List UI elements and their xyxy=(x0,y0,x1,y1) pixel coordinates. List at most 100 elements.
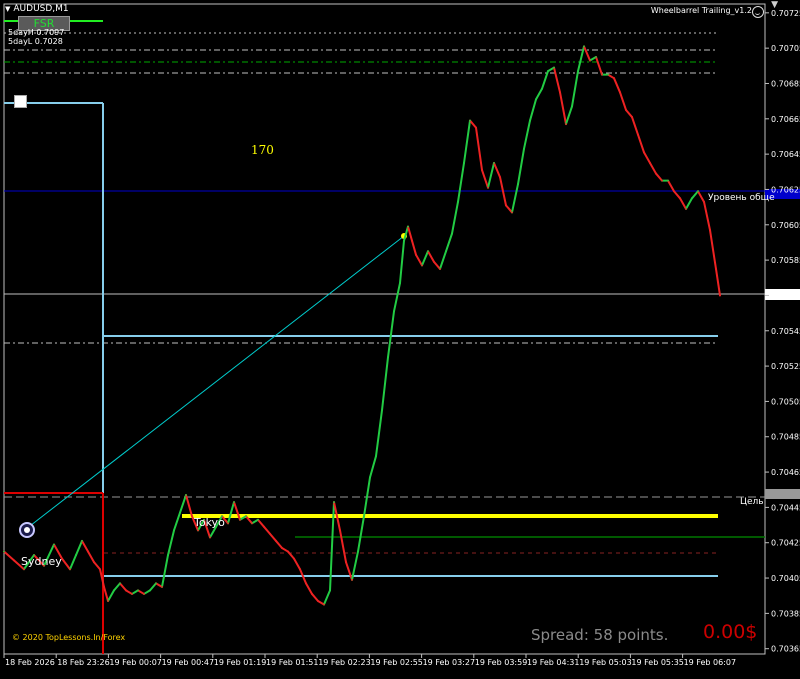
y-tick-label: 0.70565 xyxy=(771,291,800,300)
price-point xyxy=(143,593,145,595)
price-point xyxy=(649,162,651,164)
price-point xyxy=(505,204,507,207)
price-segment xyxy=(655,172,663,182)
price-point xyxy=(403,239,405,242)
price-point xyxy=(703,200,705,203)
price-segment xyxy=(69,554,77,571)
price-point xyxy=(251,522,253,525)
chart-shift-icon[interactable]: ▼ xyxy=(771,0,778,10)
price-segment xyxy=(649,161,657,175)
level-line-label: Уровень обще xyxy=(708,193,775,203)
price-segment xyxy=(393,282,401,313)
price-point xyxy=(697,190,699,193)
price-point xyxy=(619,91,621,94)
price-point xyxy=(517,183,519,186)
price-segment xyxy=(565,105,573,126)
price-chart[interactable]: 0.70725 0.70705 0.70685 0.70665 0.70645 0.706… xyxy=(0,0,800,675)
price-point xyxy=(23,568,25,571)
sday-high-label: 5dayH 0.7097 xyxy=(8,28,65,37)
price-point xyxy=(161,585,163,588)
price-point xyxy=(305,582,307,585)
price-point xyxy=(571,105,573,108)
price-point xyxy=(565,123,567,126)
price-segment xyxy=(511,183,519,214)
price-segment xyxy=(161,554,169,588)
price-point xyxy=(481,169,483,171)
price-segment xyxy=(381,356,389,412)
price-segment xyxy=(643,151,651,164)
target-circle-icon[interactable] xyxy=(19,522,35,538)
x-tick-label: 19 Feb 03:27 xyxy=(423,658,475,667)
price-segment xyxy=(589,55,597,62)
y-tick-label: 0.70365 xyxy=(771,645,800,654)
box-handle-icon[interactable] xyxy=(14,95,27,108)
price-point xyxy=(99,568,101,571)
price-point xyxy=(679,197,681,200)
price-point xyxy=(469,119,471,122)
price-segment xyxy=(119,582,127,592)
price-segment xyxy=(103,585,109,603)
count-label: 170 xyxy=(251,143,274,157)
price-point xyxy=(541,87,543,90)
price-point xyxy=(427,250,429,253)
price-segment xyxy=(251,518,259,525)
price-segment xyxy=(445,232,453,253)
price-segment xyxy=(715,267,721,297)
price-segment xyxy=(463,119,471,164)
price-segment xyxy=(433,260,441,270)
price-point xyxy=(69,568,71,571)
price-segment xyxy=(81,539,89,553)
price-segment xyxy=(685,197,693,210)
price-segment xyxy=(179,494,187,514)
price-point xyxy=(601,73,603,76)
price-point xyxy=(339,529,341,532)
price-segment xyxy=(673,190,681,200)
price-point xyxy=(421,264,423,267)
price-point xyxy=(673,190,675,193)
price-segment xyxy=(167,529,175,557)
trend-line xyxy=(25,235,405,530)
price-point xyxy=(407,225,409,228)
chevron-down-icon: ▼ xyxy=(5,5,11,13)
price-segment xyxy=(339,529,347,564)
price-point xyxy=(415,253,417,256)
price-point xyxy=(433,260,435,263)
price-point xyxy=(399,282,401,284)
target-line-label: Цель xyxy=(740,497,764,507)
chart-title: ▼ AUDUSD,M1 xyxy=(5,4,69,14)
price-point xyxy=(369,476,371,479)
chart-canvas[interactable]: 0.70725 0.70705 0.70685 0.70665 0.70645 0.706… xyxy=(0,0,800,675)
price-point xyxy=(185,494,187,496)
x-tick-label: 19 Feb 02:55 xyxy=(370,658,422,667)
price-segment xyxy=(709,229,717,270)
y-axis-ticks: 0.70725 0.70705 0.70685 0.70665 0.70645 0.706… xyxy=(765,9,800,654)
price-segment xyxy=(457,161,465,203)
price-point xyxy=(179,511,181,514)
y-tick-label: 0.70425 xyxy=(771,539,800,548)
price-segment xyxy=(137,589,145,595)
price-segment xyxy=(87,550,95,564)
price-point xyxy=(257,518,259,521)
y-tick-label: 0.70585 xyxy=(771,256,800,265)
price-point xyxy=(197,529,199,532)
price-segment xyxy=(357,515,365,553)
price-segment xyxy=(505,204,513,214)
price-point xyxy=(149,589,151,592)
price-point xyxy=(625,109,627,111)
x-axis-ticks: 18 Feb 2026 18 Feb 23:26 19 Feb 00:07 19 Fe… xyxy=(3,654,736,667)
y-tick-label: 0.70665 xyxy=(771,115,800,124)
smiley-icon[interactable] xyxy=(752,6,764,18)
price-point xyxy=(81,540,83,542)
y-tick-label: 0.70445 xyxy=(771,503,800,512)
price-segment xyxy=(143,589,151,595)
price-point xyxy=(393,310,395,313)
session-label-sydney: Sydney xyxy=(21,555,62,568)
price-segment xyxy=(149,582,157,592)
price-segment xyxy=(131,589,139,595)
price-point xyxy=(53,543,55,546)
price-segment xyxy=(281,547,289,553)
price-segment xyxy=(3,550,15,562)
expert-advisor-name[interactable]: Wheelbarrel Trailing_v1.2 xyxy=(651,6,752,15)
y-tick-label: 0.70605 xyxy=(771,221,800,230)
price-point xyxy=(351,578,353,581)
